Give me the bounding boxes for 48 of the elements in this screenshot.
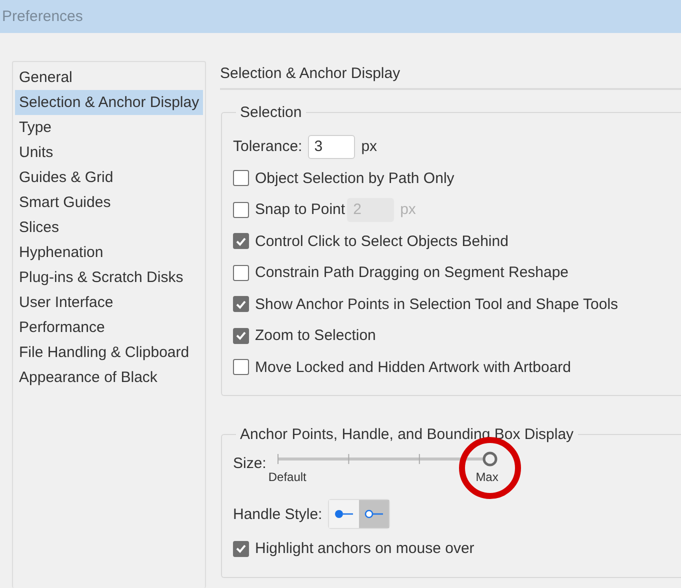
checkbox-label: Move Locked and Hidden Artwork with Artboard (255, 358, 572, 376)
section-heading: Selection & Anchor Display (220, 61, 681, 90)
checkbox[interactable] (233, 540, 249, 557)
checkbox[interactable] (233, 233, 249, 250)
checkbox-label: Show Anchor Points in Selection Tool and Shape Tools (255, 296, 618, 313)
filled-handle-icon (334, 509, 354, 519)
checkbox-label: Highlight anchors on mouse over (255, 540, 474, 558)
sidebar-item[interactable]: File Handling & Clipboard (15, 340, 203, 365)
checkbox-label: Zoom to Selection (255, 327, 376, 344)
sidebar-item[interactable]: Hyphenation (15, 240, 203, 265)
unit-label: px (400, 201, 416, 218)
field-label: Handle Style: (233, 506, 322, 522)
slider-min-label: Default (268, 470, 306, 484)
slider-max-label: Max (476, 470, 498, 484)
checkbox-label: Snap to Point (255, 201, 346, 218)
sidebar-item[interactable]: Units (15, 140, 203, 165)
sidebar-item[interactable]: User Interface (15, 290, 203, 315)
checkbox[interactable] (233, 296, 249, 312)
sidebar-item[interactable]: Smart Guides (15, 190, 203, 215)
sidebar-item[interactable]: Slices (15, 215, 203, 240)
check-icon (236, 300, 246, 309)
group-legend: Selection (236, 104, 306, 121)
unit-label: px (361, 138, 378, 156)
window-title: Preferences (2, 8, 83, 25)
checkbox-label: Object Selection by Path Only (255, 170, 454, 187)
sidebar-item[interactable]: Guides & Grid (15, 165, 203, 190)
sidebar-item[interactable]: Appearance of Black (15, 365, 203, 390)
sidebar-item[interactable]: General (15, 65, 203, 90)
tolerance-field[interactable]: 3 (308, 134, 356, 159)
checkbox-label: Control Click to Select Objects Behind (255, 232, 508, 250)
checkbox[interactable] (233, 202, 249, 218)
slider-thumb[interactable] (482, 451, 498, 467)
sidebar-item[interactable]: Selection & Anchor Display (15, 90, 203, 115)
check-icon (236, 544, 246, 554)
hollow-handle-icon (364, 509, 384, 519)
sidebar-item[interactable]: Plug-ins & Scratch Disks (15, 265, 203, 290)
checkbox-label: Constrain Path Dragging on Segment Reshape (255, 264, 569, 282)
sidebar-item[interactable]: Type (15, 115, 203, 140)
checkbox[interactable] (233, 359, 249, 376)
check-icon (236, 236, 246, 246)
sidebar-item[interactable]: Performance (15, 315, 203, 340)
field-label: Tolerance: (233, 138, 302, 156)
checkbox[interactable] (233, 170, 249, 186)
checkbox[interactable] (233, 264, 249, 281)
handle-style-option[interactable] (359, 500, 390, 528)
checkbox[interactable] (233, 328, 249, 344)
field-label: Size: (233, 455, 266, 472)
check-icon (236, 331, 246, 340)
